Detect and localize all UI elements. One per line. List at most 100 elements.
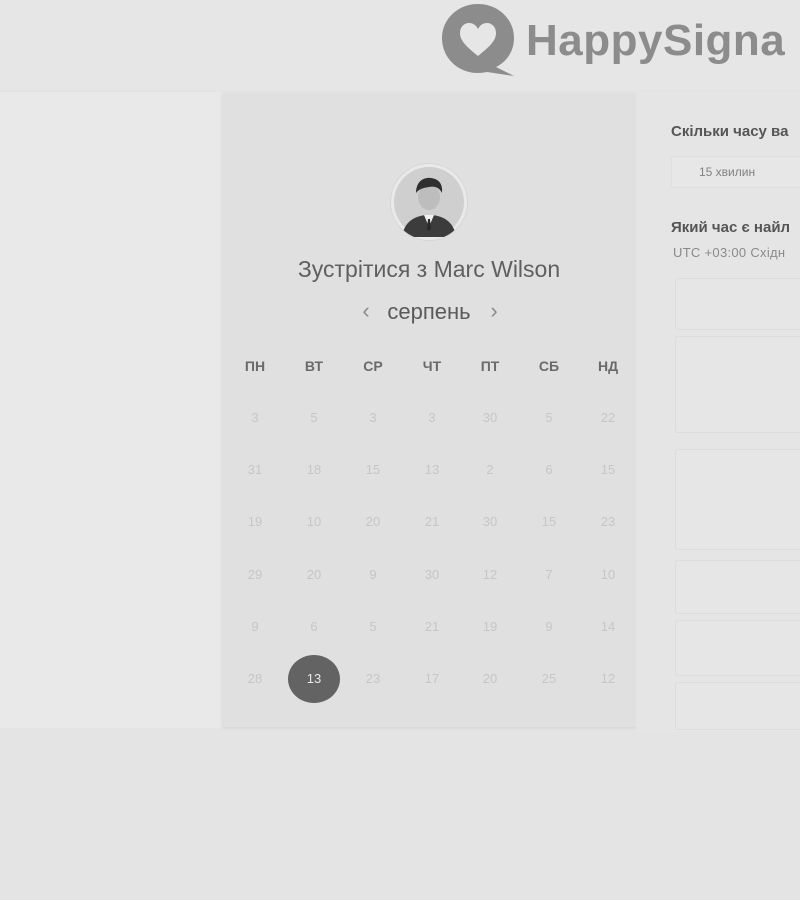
day-number: 15 [541, 514, 557, 529]
day-number: 15 [600, 462, 616, 477]
day-number: 17 [424, 671, 440, 686]
day-cell[interactable]: 30 [464, 394, 516, 442]
day-cell[interactable]: 23 [347, 655, 399, 703]
day-number: 19 [482, 619, 498, 634]
day-number: 7 [545, 567, 553, 582]
day-number: 30 [424, 567, 440, 582]
day-cell[interactable]: 6 [523, 446, 575, 494]
day-cell[interactable]: 9 [347, 551, 399, 599]
day-cell[interactable]: 12 [464, 551, 516, 599]
day-number: 30 [482, 514, 498, 529]
title-prefix: Зустрітися з [297, 256, 428, 282]
time-slot[interactable] [675, 620, 800, 676]
day-cell[interactable]: 23 [582, 498, 634, 546]
day-cell[interactable]: 30 [464, 498, 516, 546]
day-cell[interactable]: 20 [347, 498, 399, 546]
selected-day-cell[interactable]: 13 [288, 655, 340, 703]
day-number: 12 [600, 671, 616, 686]
weekday-label: ПТ [480, 358, 500, 374]
day-cell[interactable]: 10 [288, 498, 340, 546]
day-cell[interactable]: 5 [288, 394, 340, 442]
day-cell[interactable]: 15 [347, 446, 399, 494]
day-number: 28 [247, 671, 263, 686]
day-cell[interactable]: 28 [229, 655, 281, 703]
day-number: 5 [310, 410, 318, 425]
day-number: 9 [369, 567, 377, 582]
day-number: 23 [365, 671, 381, 686]
month-label: серпень [387, 299, 471, 324]
day-cell[interactable]: 31 [229, 446, 281, 494]
time-slot[interactable] [675, 278, 800, 330]
day-cell[interactable]: 20 [464, 655, 516, 703]
person-photo-icon [394, 167, 464, 237]
day-number: 15 [365, 462, 381, 477]
day-number: 10 [600, 567, 616, 582]
day-number: 6 [545, 462, 553, 477]
weekday-label: НД [597, 358, 619, 374]
day-number: 3 [428, 410, 436, 425]
day-number: 5 [369, 619, 377, 634]
day-cell[interactable]: 9 [229, 603, 281, 651]
day-number: 25 [541, 671, 557, 686]
day-number: 20 [306, 567, 322, 582]
duration-value: 15 хвилин [699, 165, 756, 179]
time-slot[interactable] [675, 449, 800, 550]
day-cell[interactable]: 10 [582, 551, 634, 599]
day-number: 31 [247, 462, 263, 477]
day-cell[interactable]: 9 [523, 603, 575, 651]
day-number: 12 [482, 567, 498, 582]
weekday-label: ВТ [304, 358, 324, 374]
host-name: Marc Wilson [433, 256, 561, 282]
day-cell[interactable]: 15 [523, 498, 575, 546]
day-number: 30 [482, 410, 498, 425]
day-number: 23 [600, 514, 616, 529]
day-number: 9 [251, 619, 259, 634]
heart-speech-bubble-icon [442, 4, 514, 76]
avatar [390, 163, 468, 241]
time-slot[interactable] [675, 682, 800, 730]
time-question: Який час є найл [671, 219, 791, 236]
day-number: 18 [306, 462, 322, 477]
day-number: 20 [365, 514, 381, 529]
day-cell[interactable]: 2 [464, 446, 516, 494]
day-number: 22 [600, 410, 616, 425]
day-cell[interactable]: 14 [582, 603, 634, 651]
day-cell[interactable]: 7 [523, 551, 575, 599]
weekday-label: СР [363, 358, 383, 374]
day-cell[interactable]: 18 [288, 446, 340, 494]
left-panel [0, 92, 222, 728]
duration-option[interactable]: 15 хвилин [671, 156, 800, 188]
day-cell[interactable]: 5 [523, 394, 575, 442]
meeting-title: Зустрітися з Marc Wilson [222, 256, 636, 283]
day-number: 3 [251, 410, 259, 425]
day-cell[interactable]: 29 [229, 551, 281, 599]
day-cell[interactable]: 20 [288, 551, 340, 599]
day-cell[interactable]: 21 [406, 603, 458, 651]
happysignal-logo[interactable]: HappySigna [440, 0, 800, 80]
day-cell[interactable]: 3 [406, 394, 458, 442]
day-cell[interactable]: 12 [582, 655, 634, 703]
day-number: 21 [424, 514, 440, 529]
day-cell[interactable]: 30 [406, 551, 458, 599]
weekday-label: СБ [538, 358, 560, 374]
day-cell[interactable]: 19 [464, 603, 516, 651]
month-navigation: ‹ серпень › [222, 299, 636, 327]
time-slot[interactable] [675, 336, 800, 433]
day-cell[interactable]: 25 [523, 655, 575, 703]
day-cell[interactable]: 6 [288, 603, 340, 651]
day-cell[interactable]: 3 [347, 394, 399, 442]
day-cell[interactable]: 17 [406, 655, 458, 703]
header: HappySigna [0, 0, 800, 90]
day-cell[interactable]: 19 [229, 498, 281, 546]
day-number: 14 [600, 619, 616, 634]
time-slot[interactable] [675, 560, 800, 614]
day-cell[interactable]: 22 [582, 394, 634, 442]
timezone-label[interactable]: UTC +03:00 Східн [673, 245, 785, 260]
day-cell[interactable]: 21 [406, 498, 458, 546]
day-number: 3 [369, 410, 377, 425]
day-cell[interactable]: 15 [582, 446, 634, 494]
day-cell[interactable]: 3 [229, 394, 281, 442]
chevron-right-icon[interactable]: › [483, 299, 505, 325]
day-cell[interactable]: 13 [406, 446, 458, 494]
day-cell[interactable]: 5 [347, 603, 399, 651]
